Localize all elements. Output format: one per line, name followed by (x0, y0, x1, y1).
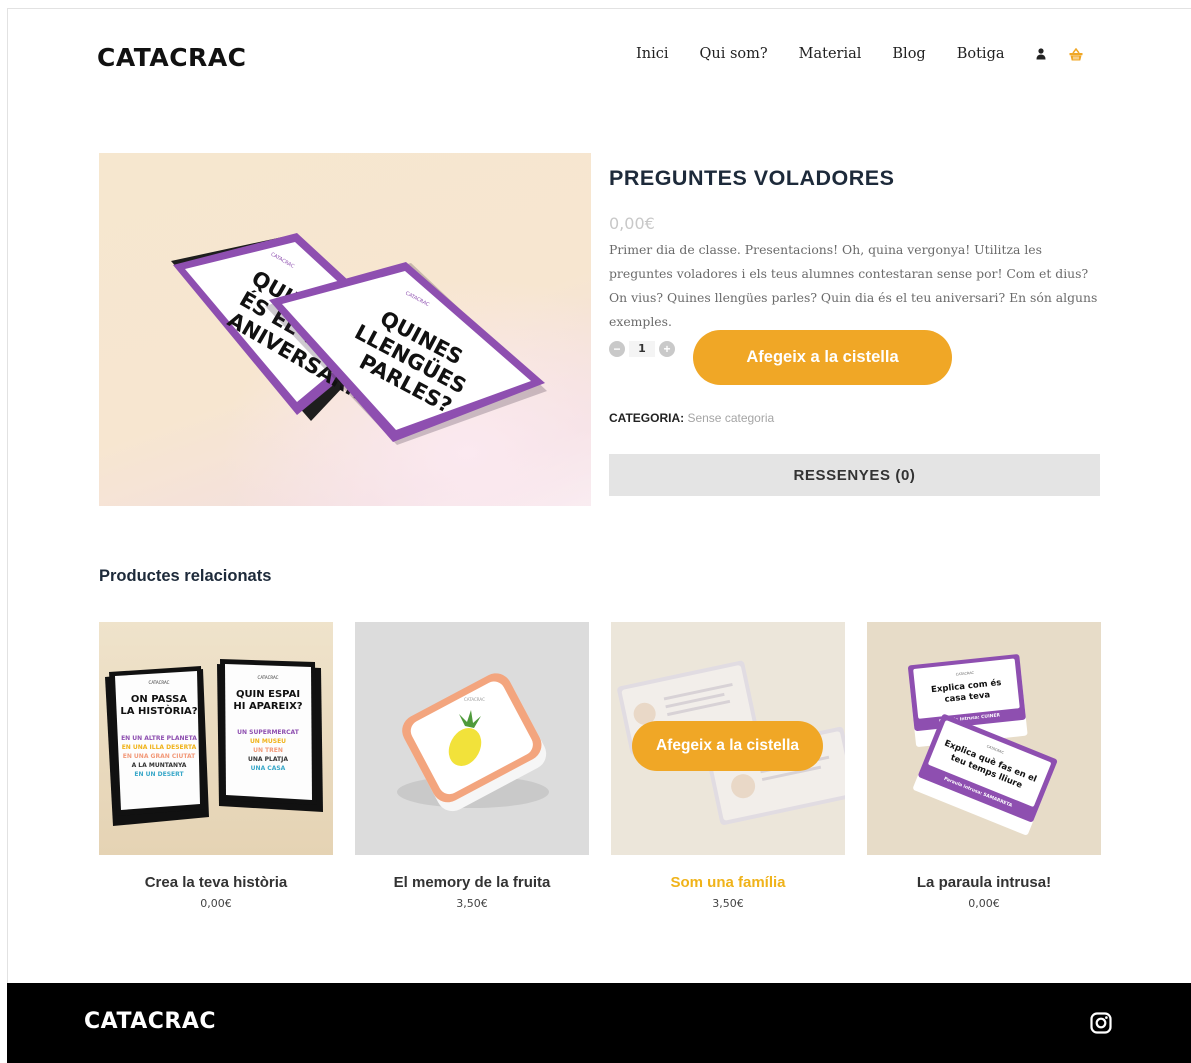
related-product-card[interactable]: Afegeix a la cistella Som una família 3,… (611, 622, 845, 910)
svg-text:CATACRAC: CATACRAC (464, 697, 485, 702)
product-category: CATEGORIA: Sense categoria (609, 411, 774, 425)
svg-text:CATACRAC: CATACRAC (149, 680, 170, 685)
instagram-icon[interactable] (1090, 1012, 1112, 1039)
product-price: 0,00€ (609, 214, 655, 233)
svg-text:UN SUPERMERCAT: UN SUPERMERCAT (237, 729, 300, 736)
product-thumbnail[interactable]: Afegeix a la cistella (611, 622, 845, 855)
quantity-input[interactable]: 1 (629, 341, 655, 357)
footer-logo[interactable]: CATACRAC (84, 1009, 216, 1034)
product-name[interactable]: Som una família (611, 874, 845, 891)
minus-icon[interactable]: − (609, 341, 625, 357)
tab-reviews[interactable]: RESSENYES (0) (609, 454, 1100, 496)
product-name[interactable]: El memory de la fruita (355, 874, 589, 891)
related-product-card[interactable]: CATACRAC ON PASSA LA HISTÒRIA? EN UN ALT… (99, 622, 333, 910)
nav-item-botiga[interactable]: Botiga (957, 46, 1005, 62)
nav-item-inici[interactable]: Inici (636, 46, 668, 62)
product-thumbnail[interactable]: CATACRAC (355, 622, 589, 855)
product-price: 3,50€ (456, 897, 488, 910)
add-to-cart-button[interactable]: Afegeix a la cistella (632, 721, 823, 771)
svg-text:ON PASSA: ON PASSA (131, 694, 187, 705)
site-logo[interactable]: CATACRAC (97, 43, 247, 72)
product-name[interactable]: La paraula intrusa! (867, 874, 1101, 891)
quantity-stepper: − 1 + (609, 341, 675, 357)
product-description: Primer dia de classe. Presentacions! Oh,… (609, 242, 1098, 329)
svg-text:EN UN DESERT: EN UN DESERT (134, 771, 184, 778)
nav-item-material[interactable]: Material (799, 46, 862, 62)
svg-text:A LA MUNTANYA: A LA MUNTANYA (132, 762, 187, 769)
product-thumbnail[interactable]: CATACRAC ON PASSA LA HISTÒRIA? EN UN ALT… (99, 622, 333, 855)
category-label: CATEGORIA: (609, 411, 685, 425)
related-products-heading: Productes relacionats (99, 567, 272, 585)
svg-text:EN UNA GRAN CIUTAT: EN UNA GRAN CIUTAT (123, 753, 196, 760)
product-name[interactable]: Crea la teva història (99, 874, 333, 891)
main-nav: Inici Qui som? Material Blog Botiga (636, 46, 1106, 62)
plus-icon[interactable]: + (659, 341, 675, 357)
add-to-cart-button[interactable]: Afegeix a la cistella (693, 330, 952, 385)
svg-text:LA HISTÒRIA?: LA HISTÒRIA? (120, 704, 197, 717)
svg-text:HI APAREIX?: HI APAREIX? (233, 701, 302, 712)
svg-text:EN UN ALTRE PLANETA: EN UN ALTRE PLANETA (121, 735, 197, 742)
related-product-card[interactable]: CATACRAC El memory de la fruita 3,50€ (355, 622, 589, 910)
svg-text:EN UNA ILLA DESERTA: EN UNA ILLA DESERTA (122, 744, 197, 751)
product-image[interactable]: CATACRAC QUIN DIA ÉS EL TEU ANIVERSARI? … (99, 153, 591, 506)
svg-text:UN TREN: UN TREN (253, 747, 283, 754)
svg-text:UN MUSEU: UN MUSEU (250, 738, 286, 745)
product-thumbnail[interactable]: CATACRAC Explica com és casa teva Paraul… (867, 622, 1101, 855)
related-product-card[interactable]: CATACRAC Explica com és casa teva Paraul… (867, 622, 1101, 910)
user-icon[interactable] (1036, 48, 1046, 60)
site-footer: CATACRAC (7, 983, 1191, 1063)
basket-icon[interactable] (1069, 47, 1083, 61)
svg-text:UNA CASA: UNA CASA (251, 765, 286, 772)
product-price: 0,00€ (968, 897, 1000, 910)
svg-text:UNA PLATJA: UNA PLATJA (248, 756, 288, 763)
product-title: PREGUNTES VOLADORES (609, 166, 895, 190)
product-price: 0,00€ (200, 897, 232, 910)
product-price: 3,50€ (712, 897, 744, 910)
svg-text:QUIN ESPAI: QUIN ESPAI (236, 689, 300, 700)
svg-text:CATACRAC: CATACRAC (258, 675, 279, 680)
nav-item-qui-som[interactable]: Qui som? (699, 46, 767, 62)
category-link[interactable]: Sense categoria (687, 411, 774, 425)
nav-item-blog[interactable]: Blog (892, 46, 925, 62)
